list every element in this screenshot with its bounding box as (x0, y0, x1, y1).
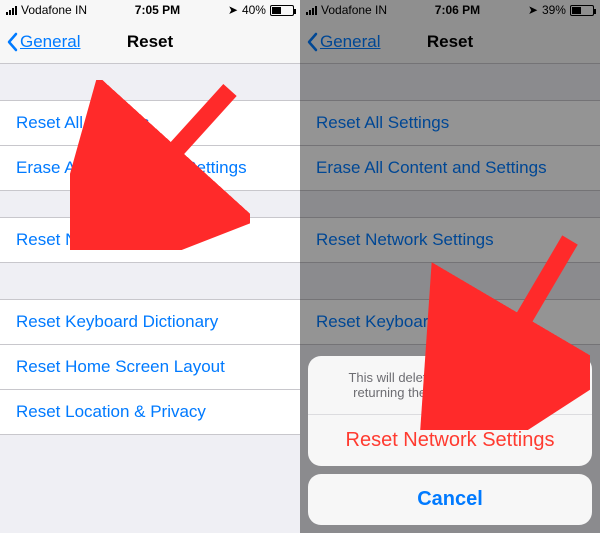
action-sheet-main: This will delete all network settings, r… (308, 356, 592, 466)
carrier-label: Vodafone IN (21, 3, 87, 17)
chevron-left-icon (6, 32, 18, 52)
reset-all-settings-row[interactable]: Reset All Settings (0, 100, 300, 146)
action-sheet-message: This will delete all network settings, r… (308, 356, 592, 415)
screenshot-left: Vodafone IN 7:05 PM ➤ 40% General Reset … (0, 0, 300, 533)
back-button[interactable]: General (6, 32, 80, 52)
reset-network-settings-row[interactable]: Reset Network Settings (0, 217, 300, 263)
erase-all-content-row[interactable]: Erase All Content and Settings (0, 146, 300, 191)
status-left: Vodafone IN (6, 3, 87, 17)
clock-label: 7:05 PM (135, 3, 180, 17)
back-label: General (20, 32, 80, 52)
status-bar: Vodafone IN 7:05 PM ➤ 40% (0, 0, 300, 20)
reset-home-screen-row[interactable]: Reset Home Screen Layout (0, 345, 300, 390)
group-spacer (0, 263, 300, 299)
screenshot-right: Vodafone IN 7:06 PM ➤ 39% General Reset … (300, 0, 600, 533)
comparison-container: Vodafone IN 7:05 PM ➤ 40% General Reset … (0, 0, 600, 533)
reset-keyboard-row[interactable]: Reset Keyboard Dictionary (0, 299, 300, 345)
cancel-button[interactable]: Cancel (308, 474, 592, 525)
battery-icon (270, 5, 294, 16)
reset-location-privacy-row[interactable]: Reset Location & Privacy (0, 390, 300, 435)
status-right: ➤ 40% (228, 3, 294, 17)
reset-network-confirm-button[interactable]: Reset Network Settings (308, 415, 592, 466)
action-sheet-cancel-block: Cancel (308, 474, 592, 525)
signal-icon (6, 5, 17, 15)
action-sheet: This will delete all network settings, r… (308, 356, 592, 525)
nav-bar: General Reset (0, 20, 300, 64)
battery-pct: 40% (242, 3, 266, 17)
group-spacer (0, 64, 300, 100)
location-icon: ➤ (228, 3, 238, 17)
group-spacer (0, 191, 300, 217)
nav-title: Reset (127, 32, 173, 52)
